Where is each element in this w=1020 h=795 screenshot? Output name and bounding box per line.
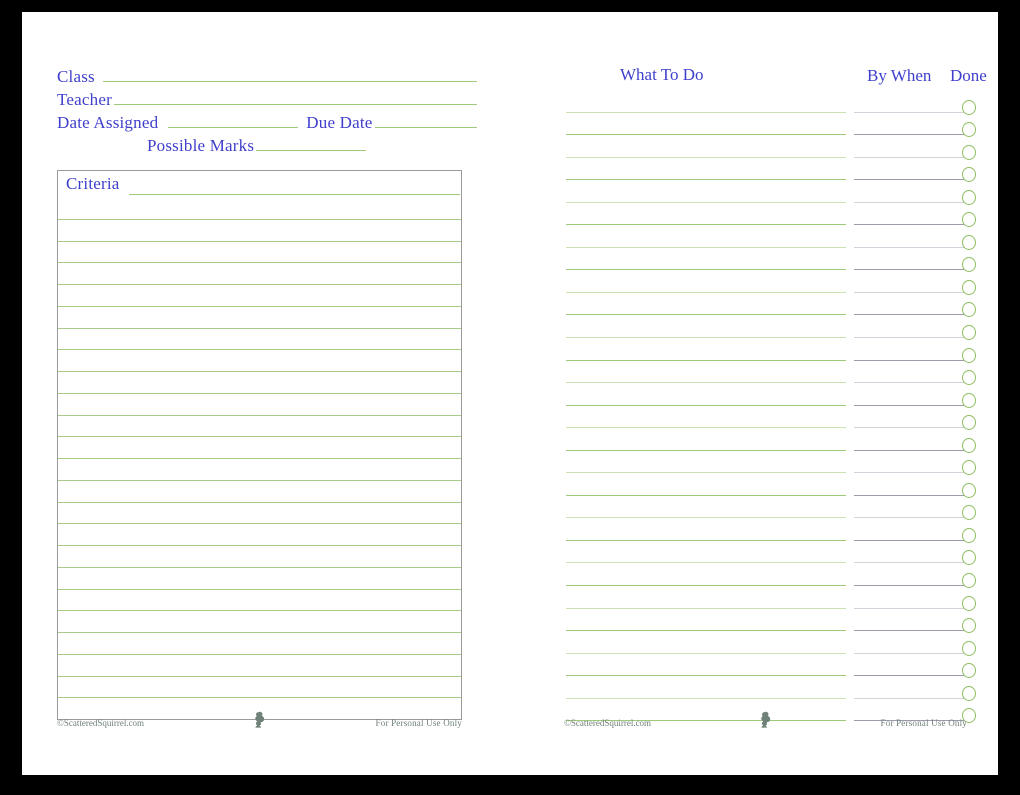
- criteria-row-line[interactable]: [58, 436, 461, 438]
- possible-marks-write-line[interactable]: [256, 150, 367, 151]
- todo-row: [532, 315, 998, 341]
- footer-usage: For Personal Use Only: [880, 718, 967, 728]
- criteria-row-line[interactable]: [58, 588, 461, 590]
- todo-row: [532, 270, 998, 295]
- todo-row: [532, 473, 998, 498]
- criteria-row-line[interactable]: [58, 632, 461, 633]
- possible-marks-label: Possible Marks: [147, 136, 255, 155]
- criteria-row-line[interactable]: [58, 653, 461, 655]
- due-date-label: Due Date: [306, 113, 373, 132]
- todo-row: [532, 428, 998, 453]
- todo-row: [532, 383, 998, 408]
- todo-row: [532, 406, 998, 431]
- criteria-row-line[interactable]: [58, 675, 461, 677]
- criteria-row-line[interactable]: [58, 305, 461, 307]
- todo-row: [532, 654, 998, 679]
- criteria-row-line[interactable]: [58, 523, 461, 525]
- criteria-row-line[interactable]: [58, 458, 461, 459]
- footer-left: ©ScatteredSquirrel.com For Personal Use …: [57, 711, 462, 735]
- todo-row: [532, 158, 998, 183]
- todo-row: [532, 248, 998, 273]
- criteria-box: Criteria: [57, 170, 462, 720]
- column-header-what-to-do: What To Do: [620, 65, 704, 84]
- criteria-row-line[interactable]: [58, 371, 461, 372]
- todo-row: [532, 676, 998, 701]
- criteria-header-line[interactable]: [128, 194, 460, 195]
- criteria-row-line[interactable]: [58, 545, 461, 546]
- criteria-label: Criteria: [66, 174, 120, 193]
- todo-row: [532, 180, 998, 205]
- column-header-done: Done: [950, 66, 987, 85]
- todo-row: [532, 541, 998, 566]
- criteria-row-line[interactable]: [58, 240, 461, 242]
- todo-row: [532, 338, 998, 363]
- todo-row: [532, 135, 998, 160]
- criteria-row-line[interactable]: [58, 479, 461, 481]
- todo-row: [532, 586, 998, 611]
- criteria-row-line[interactable]: [58, 327, 461, 329]
- footer-usage: For Personal Use Only: [375, 718, 462, 728]
- criteria-row-line[interactable]: [58, 262, 461, 264]
- footer-right: ©ScatteredSquirrel.com For Personal Use …: [564, 711, 967, 735]
- criteria-row-line[interactable]: [58, 610, 461, 612]
- todo-row: [532, 518, 998, 543]
- printable-sheet: Class Teacher Date Assigned Due Date Pos…: [22, 12, 998, 775]
- to-do-list-page: What To Do By When Done ©ScatteredSquirr…: [532, 12, 998, 775]
- column-header-by-when: By When: [867, 66, 932, 85]
- todo-row: [532, 496, 998, 521]
- due-date-write-line[interactable]: [374, 127, 477, 128]
- todo-rows: [532, 90, 998, 724]
- criteria-row-line[interactable]: [58, 501, 461, 503]
- date-assigned-write-line[interactable]: [168, 127, 299, 128]
- todo-row: [532, 113, 998, 138]
- footer-copyright: ©ScatteredSquirrel.com: [57, 718, 145, 728]
- criteria-header: Criteria: [58, 171, 461, 197]
- field-row-teacher: Teacher: [57, 91, 477, 108]
- field-row-dates: Date Assigned Due Date: [57, 114, 477, 131]
- squirrel-icon: [758, 711, 774, 729]
- teacher-write-line[interactable]: [113, 104, 477, 105]
- class-label: Class: [57, 67, 95, 86]
- todo-row: [532, 631, 998, 656]
- criteria-row-line[interactable]: [58, 566, 461, 568]
- field-row-possible-marks: Possible Marks: [57, 137, 567, 154]
- squirrel-icon: [252, 711, 268, 729]
- todo-row: [532, 361, 998, 386]
- criteria-row-line[interactable]: [58, 349, 461, 351]
- todo-row: [532, 225, 998, 250]
- date-assigned-label: Date Assigned: [57, 113, 159, 132]
- teacher-label: Teacher: [57, 90, 112, 109]
- criteria-row-line[interactable]: [58, 392, 461, 394]
- footer-copyright: ©ScatteredSquirrel.com: [564, 718, 652, 728]
- criteria-row-line[interactable]: [58, 218, 461, 220]
- todo-row: [532, 293, 998, 318]
- class-write-line[interactable]: [102, 81, 477, 82]
- todo-row: [532, 451, 998, 476]
- criteria-row-line[interactable]: [58, 414, 461, 416]
- assignment-tracker-page: Class Teacher Date Assigned Due Date Pos…: [22, 12, 532, 775]
- todo-row: [532, 90, 998, 115]
- criteria-rows: [58, 197, 461, 719]
- field-row-class: Class: [57, 68, 477, 85]
- criteria-row-line[interactable]: [58, 697, 461, 699]
- todo-row: [532, 609, 998, 634]
- todo-row: [532, 563, 998, 589]
- criteria-row-line[interactable]: [58, 284, 461, 285]
- todo-row: [532, 203, 998, 228]
